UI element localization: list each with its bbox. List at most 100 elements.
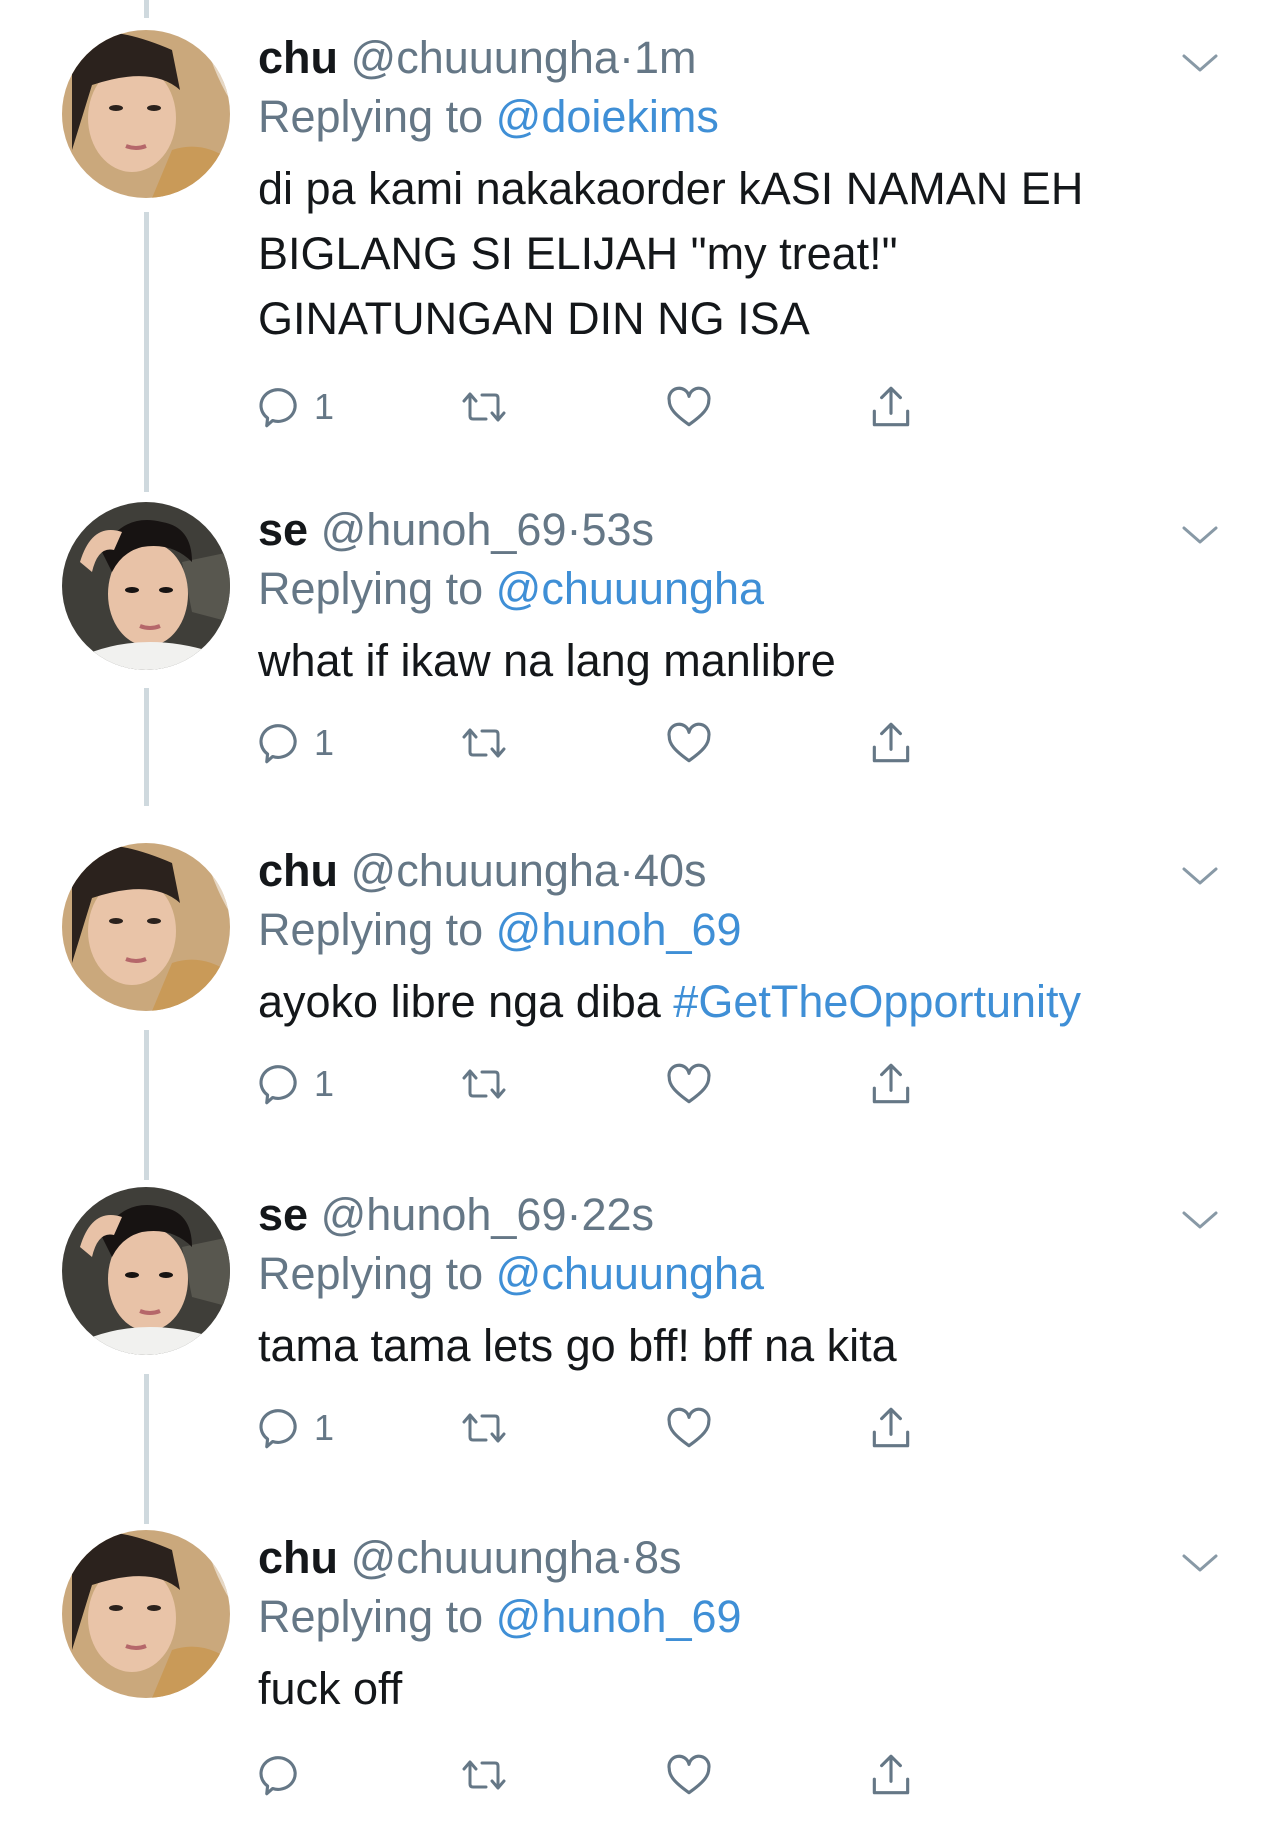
reply-count: 1 [314,722,335,763]
chevron-down-icon[interactable] [1178,520,1222,550]
replying-to-mention[interactable]: @hunoh_69 [496,1591,742,1642]
avatar[interactable] [62,1187,230,1355]
chevron-down-icon[interactable] [1178,861,1222,891]
replying-to: Replying to @hunoh_69 [258,1586,1198,1648]
replying-to: Replying to @chuuungha [258,1243,1198,1305]
timestamp[interactable]: 8s [634,1532,682,1583]
timestamp[interactable]: 1m [634,32,697,83]
share-button[interactable] [866,1745,916,1805]
share-button[interactable] [866,1054,916,1114]
retweet-button[interactable] [458,1398,510,1458]
replying-to: Replying to @chuuungha [258,558,1198,620]
avatar[interactable] [62,502,230,670]
handle[interactable]: @chuuungha [351,32,619,83]
retweet-icon [458,1059,510,1109]
handle[interactable]: @hunoh_69 [321,504,567,555]
heart-icon [663,718,715,768]
share-icon [866,1750,916,1800]
replying-to-mention[interactable]: @chuuungha [496,1248,764,1299]
retweet-icon [458,718,510,768]
share-button[interactable] [866,713,916,773]
handle[interactable]: @hunoh_69 [321,1189,567,1240]
display-name[interactable]: chu [258,1532,338,1583]
timestamp[interactable]: 40s [634,845,707,896]
tweet-header: chu @chuuungha·1m [258,30,1198,86]
tweet-text-line: fuck off [258,1663,403,1714]
display-name[interactable]: se [258,1189,308,1240]
timestamp[interactable]: 22s [581,1189,654,1240]
like-button[interactable] [663,713,715,773]
retweet-button[interactable] [458,713,510,773]
like-button[interactable] [663,1054,715,1114]
replying-prefix: Replying to [258,1248,484,1299]
reply-count: 1 [314,1407,335,1448]
retweet-button[interactable] [458,1054,510,1114]
chevron-down-icon[interactable] [1178,48,1222,78]
share-icon [866,718,916,768]
thread-line [144,688,149,806]
share-button[interactable] [866,1398,916,1458]
chevron-down-icon[interactable] [1178,1548,1222,1578]
tweet-actions: 1 [258,377,1198,437]
tweet-text-line: what if ikaw na lang manlibre [258,635,836,686]
replying-to: Replying to @hunoh_69 [258,899,1198,961]
reply-button[interactable] [258,1745,314,1805]
reply-count: 1 [314,1063,335,1104]
chevron-down-icon[interactable] [1178,1205,1222,1235]
tweet-header: chu @chuuungha·40s [258,843,1198,899]
reply-icon [258,1403,308,1453]
handle[interactable]: @chuuungha [351,1532,619,1583]
reply-button[interactable]: 1 [258,377,334,437]
heart-icon [663,1059,715,1109]
tweet-actions: 1 [258,713,1198,773]
like-button[interactable] [663,1398,715,1458]
dot-separator: · [618,32,634,83]
retweet-icon [458,382,510,432]
avatar[interactable] [62,843,230,1011]
share-icon [866,1403,916,1453]
reply-icon [258,382,308,432]
tweet-actions [258,1745,1198,1805]
thread-line [144,212,149,492]
heart-icon [663,382,715,432]
retweet-button[interactable] [458,377,510,437]
tweet-text-line: di pa kami nakakaorder kASI NAMAN EH [258,163,1084,214]
reply-button[interactable]: 1 [258,1054,334,1114]
replying-to-mention[interactable]: @chuuungha [496,563,764,614]
replying-to-mention[interactable]: @doiekims [496,91,719,142]
heart-icon [663,1403,715,1453]
timestamp[interactable]: 53s [581,504,654,555]
hashtag-link[interactable]: #GetTheOpportunity [673,976,1081,1027]
replying-to-mention[interactable]: @hunoh_69 [496,904,742,955]
retweet-button[interactable] [458,1745,510,1805]
reply-icon [258,718,308,768]
dot-separator: · [566,504,582,555]
replying-prefix: Replying to [258,91,484,142]
thread-line [144,1374,149,1524]
tweet-text: di pa kami nakakaorder kASI NAMAN EH BIG… [258,156,1198,351]
tweet-text-line: GINATUNGAN DIN NG ISA [258,293,810,344]
replying-prefix: Replying to [258,1591,484,1642]
reply-icon [258,1059,308,1109]
avatar[interactable] [62,30,230,198]
like-button[interactable] [663,1745,715,1805]
tweet-text: what if ikaw na lang manlibre [258,628,1198,693]
handle[interactable]: @chuuungha [351,845,619,896]
tweet-text-line: BIGLANG SI ELIJAH "my treat!" [258,228,898,279]
retweet-icon [458,1750,510,1800]
reply-button[interactable]: 1 [258,713,334,773]
retweet-icon [458,1403,510,1453]
tweet-actions: 1 [258,1398,1198,1458]
replying-prefix: Replying to [258,563,484,614]
display-name[interactable]: chu [258,845,338,896]
tweet-actions: 1 [258,1054,1198,1114]
share-button[interactable] [866,377,916,437]
dot-separator: · [566,1189,582,1240]
reply-button[interactable]: 1 [258,1398,334,1458]
dot-separator: · [618,1532,634,1583]
like-button[interactable] [663,377,715,437]
avatar[interactable] [62,1530,230,1698]
tweet-header: se @hunoh_69·53s [258,502,1198,558]
display-name[interactable]: chu [258,32,338,83]
display-name[interactable]: se [258,504,308,555]
